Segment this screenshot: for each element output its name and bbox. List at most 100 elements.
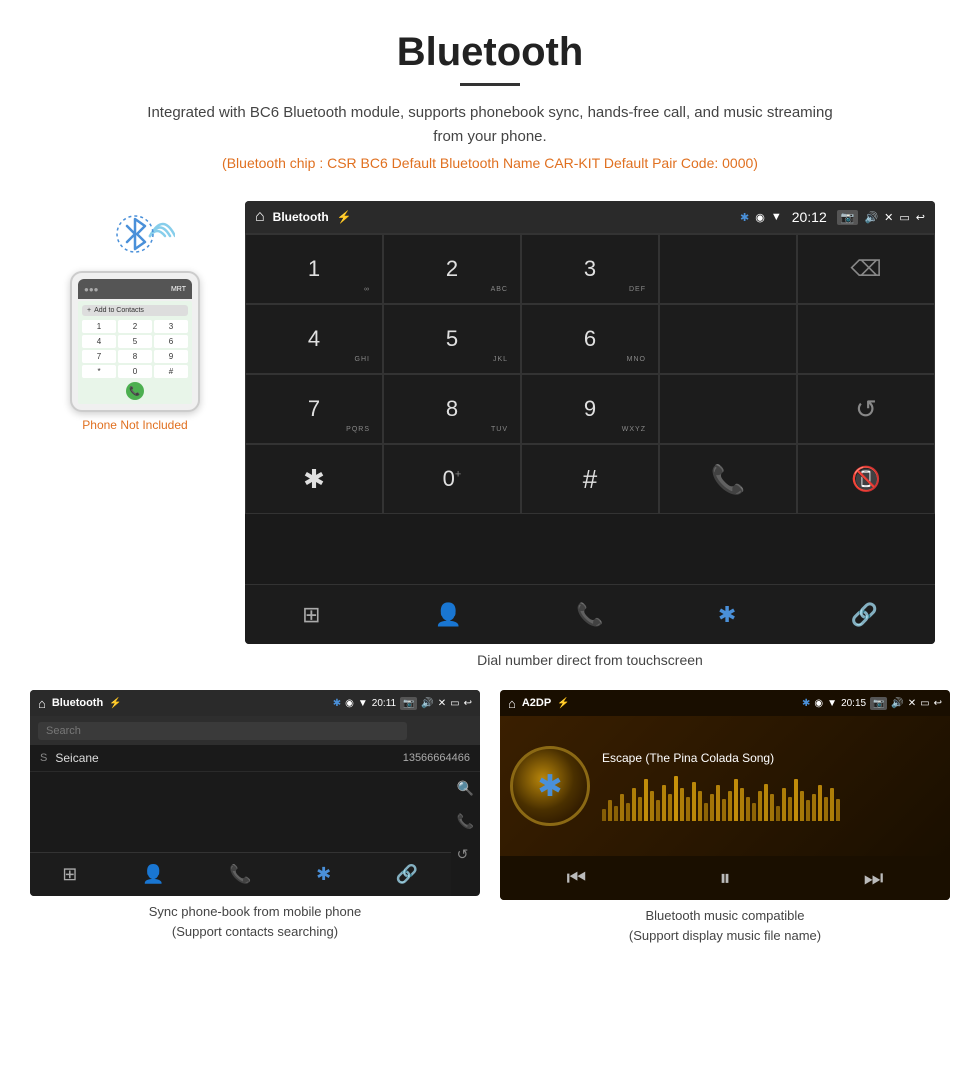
dial-key-7[interactable]: 7PQRS <box>245 374 383 444</box>
pb-side-search-icon[interactable]: 🔍 <box>457 780 474 797</box>
nav-bluetooth-icon[interactable]: ✱ <box>718 602 736 628</box>
album-art: ✱ <box>510 746 590 826</box>
viz-bar <box>752 803 756 821</box>
dial-key-3[interactable]: 3DEF <box>521 234 659 304</box>
music-playpause-icon[interactable]: ⏸ <box>719 865 730 891</box>
dial-caption: Dial number direct from touchscreen <box>245 652 935 668</box>
pb-nav-bt[interactable]: ✱ <box>316 864 331 885</box>
pb-nav-contacts[interactable]: 👤 <box>142 864 164 885</box>
pb-search-placeholder: Search <box>46 725 81 737</box>
pb-nav-grid[interactable]: ⊞ <box>62 864 77 885</box>
dial-call-green-button[interactable]: 📞 <box>659 444 797 514</box>
pb-side-phone-icon[interactable]: 📞 <box>457 813 474 830</box>
viz-bar <box>830 788 834 821</box>
music-next-icon[interactable]: ⏭ <box>864 865 884 891</box>
dial-backspace-button[interactable]: ⌫ <box>797 234 935 304</box>
car-status-left: ⌂ Bluetooth ⚡ <box>255 208 352 226</box>
dial-key-0[interactable]: 0+ <box>383 444 521 514</box>
viz-bar <box>728 791 732 821</box>
phone-top-bar: ●●● MRT <box>78 279 192 299</box>
music-camera-icon[interactable]: 📷 <box>870 697 887 710</box>
pb-bottom-nav: ⊞ 👤 📞 ✱ 🔗 <box>30 852 451 896</box>
viz-bar <box>686 797 690 821</box>
nav-contacts-icon[interactable]: 👤 <box>435 602 462 628</box>
viz-bar <box>698 791 702 821</box>
viz-bar <box>608 800 612 821</box>
close-icon[interactable]: ✕ <box>884 211 893 224</box>
dial-key-8[interactable]: 8TUV <box>383 374 521 444</box>
pb-camera-icon[interactable]: 📷 <box>400 697 417 710</box>
music-caption-line2: (Support display music file name) <box>629 928 821 943</box>
phone-key-9[interactable]: 9 <box>154 350 188 363</box>
music-close-icon[interactable]: ✕ <box>908 698 916 709</box>
dial-keypad-grid: 1∞ 2ABC 3DEF ⌫ 4GHI 5JKL <box>245 233 935 584</box>
music-prev-icon[interactable]: ⏮ <box>567 865 587 891</box>
phone-screen: +Add to Contacts 1 2 3 4 5 6 7 8 9 * 0 # <box>78 301 192 404</box>
phone-key-8[interactable]: 8 <box>118 350 152 363</box>
dial-key-6[interactable]: 6MNO <box>521 304 659 374</box>
phone-key-7[interactable]: 7 <box>82 350 116 363</box>
nav-grid-icon[interactable]: ⊞ <box>302 602 320 628</box>
phone-call-button[interactable]: 📞 <box>126 382 144 400</box>
phone-key-0[interactable]: 0 <box>118 365 152 378</box>
dial-reload-button[interactable]: ↺ <box>797 374 935 444</box>
app-name: Bluetooth <box>273 210 329 224</box>
pb-side-reload-icon[interactable]: ↺ <box>457 846 474 863</box>
music-caption-line1: Bluetooth music compatible <box>646 908 805 923</box>
music-loc-icon: ◉ <box>814 698 823 709</box>
phone-keypad: 1 2 3 4 5 6 7 8 9 * 0 # <box>82 320 188 378</box>
viz-bar <box>626 803 630 821</box>
phone-key-star[interactable]: * <box>82 365 116 378</box>
pb-home-icon[interactable]: ⌂ <box>38 696 46 711</box>
viz-bar <box>704 803 708 821</box>
pb-empty-space: 🔍 📞 ↺ <box>30 772 480 852</box>
nav-link-icon[interactable]: 🔗 <box>850 602 877 628</box>
phone-key-6[interactable]: 6 <box>154 335 188 348</box>
pb-contact-row[interactable]: S Seicane 13566664466 <box>30 745 480 772</box>
music-home-icon[interactable]: ⌂ <box>508 696 516 711</box>
viz-bar <box>644 779 648 821</box>
camera-status-icon[interactable]: 📷 <box>837 210 859 225</box>
window-icon[interactable]: ▭ <box>899 211 909 224</box>
spec-text: (Bluetooth chip : CSR BC6 Default Blueto… <box>20 155 960 171</box>
subtitle-text: Integrated with BC6 Bluetooth module, su… <box>140 101 840 149</box>
pb-close-icon[interactable]: ✕ <box>438 698 446 709</box>
usb-icon: ⚡ <box>337 210 352 224</box>
back-icon[interactable]: ↩ <box>916 211 925 224</box>
pb-back-icon[interactable]: ↩ <box>464 698 472 709</box>
music-vol-icon[interactable]: 🔊 <box>891 698 903 709</box>
viz-bar <box>812 794 816 821</box>
pb-nav-phone[interactable]: 📞 <box>229 864 251 885</box>
phone-key-3[interactable]: 3 <box>154 320 188 333</box>
phone-key-4[interactable]: 4 <box>82 335 116 348</box>
dial-key-5[interactable]: 5JKL <box>383 304 521 374</box>
phone-add-contact: +Add to Contacts <box>82 305 188 316</box>
dial-call-red-button[interactable]: 📵 <box>797 444 935 514</box>
music-content: ✱ Escape (The Pina Colada Song) <box>500 716 950 856</box>
pb-search-input[interactable]: Search <box>38 722 407 740</box>
music-win-icon[interactable]: ▭ <box>920 698 929 709</box>
music-back-icon[interactable]: ↩ <box>934 698 942 709</box>
phone-key-1[interactable]: 1 <box>82 320 116 333</box>
phone-key-5[interactable]: 5 <box>118 335 152 348</box>
pb-vol-icon[interactable]: 🔊 <box>421 698 433 709</box>
home-icon[interactable]: ⌂ <box>255 208 265 226</box>
dial-key-2[interactable]: 2ABC <box>383 234 521 304</box>
nav-phone-icon[interactable]: 📞 <box>576 602 603 628</box>
viz-bar <box>770 794 774 821</box>
volume-icon[interactable]: 🔊 <box>864 211 878 224</box>
pb-win-icon[interactable]: ▭ <box>450 698 459 709</box>
phone-area: ●●● MRT +Add to Contacts 1 2 3 4 5 6 7 8… <box>45 201 225 432</box>
pb-nav-link[interactable]: 🔗 <box>396 864 418 885</box>
dial-key-1[interactable]: 1∞ <box>245 234 383 304</box>
phone-mockup: ●●● MRT +Add to Contacts 1 2 3 4 5 6 7 8… <box>70 271 200 412</box>
dial-key-star[interactable]: ✱ <box>245 444 383 514</box>
music-info: Escape (The Pina Colada Song) <box>602 751 940 821</box>
dial-key-9[interactable]: 9WXYZ <box>521 374 659 444</box>
phone-key-2[interactable]: 2 <box>118 320 152 333</box>
dial-key-4[interactable]: 4GHI <box>245 304 383 374</box>
music-sig-icon: ▼ <box>827 698 837 709</box>
phone-key-hash[interactable]: # <box>154 365 188 378</box>
dial-key-hash[interactable]: # <box>521 444 659 514</box>
call-red-icon: 📵 <box>851 465 881 494</box>
